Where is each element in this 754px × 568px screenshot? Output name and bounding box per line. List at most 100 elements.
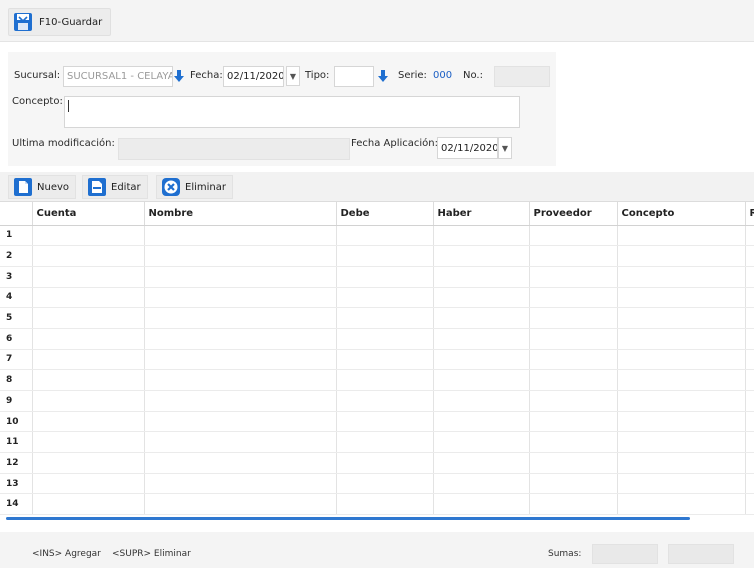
table-row[interactable]: 11 (0, 431, 754, 454)
table-row[interactable]: 7 (0, 349, 754, 371)
cell[interactable] (144, 287, 337, 309)
table-row[interactable]: 14 (0, 493, 754, 516)
horizontal-scrollbar[interactable] (6, 517, 690, 520)
column-header-nombre[interactable]: Nombre (144, 202, 337, 226)
cell[interactable] (433, 266, 530, 288)
cell[interactable] (336, 411, 434, 433)
column-header-proveedor[interactable]: Proveedor (529, 202, 618, 226)
cell[interactable] (433, 493, 530, 516)
cell[interactable] (745, 390, 754, 412)
cell[interactable] (144, 411, 337, 433)
sucursal-arrow-icon[interactable] (171, 67, 187, 85)
cell[interactable] (745, 266, 754, 288)
cell[interactable] (617, 349, 746, 371)
cell[interactable] (336, 328, 434, 350)
table-row[interactable]: 10 (0, 411, 754, 433)
cell[interactable] (32, 493, 145, 516)
cell[interactable] (336, 431, 434, 454)
cell[interactable] (433, 452, 530, 474)
fecha-aplicacion-field[interactable]: 02/11/2020 (437, 137, 498, 159)
cell[interactable] (433, 245, 530, 267)
table-row[interactable]: 12 (0, 452, 754, 474)
cell[interactable] (745, 349, 754, 371)
table-row[interactable]: 9 (0, 390, 754, 412)
cell[interactable] (144, 307, 337, 329)
cell[interactable] (32, 431, 145, 454)
cell[interactable] (529, 473, 618, 495)
cell[interactable] (745, 225, 754, 247)
cell[interactable] (433, 431, 530, 454)
table-row[interactable]: 3 (0, 266, 754, 288)
cell[interactable] (433, 411, 530, 433)
table-row[interactable]: 5 (0, 307, 754, 329)
cell[interactable] (529, 307, 618, 329)
nuevo-button[interactable]: Nuevo (8, 175, 77, 199)
cell[interactable] (745, 473, 754, 495)
cell[interactable] (144, 473, 337, 495)
cell[interactable] (745, 452, 754, 474)
fecha-dropdown-caret-down-icon[interactable]: ▼ (286, 66, 300, 86)
table-row[interactable]: 1 (0, 225, 754, 247)
cell[interactable] (32, 287, 145, 309)
cell[interactable] (433, 369, 530, 391)
cell[interactable] (529, 493, 618, 516)
table-row[interactable]: 6 (0, 328, 754, 350)
table-row[interactable]: 8 (0, 369, 754, 391)
cell[interactable] (144, 245, 337, 267)
cell[interactable] (617, 328, 746, 350)
cell[interactable] (32, 452, 145, 474)
fecha-field[interactable]: 02/11/2020 (223, 66, 284, 87)
cell[interactable] (433, 390, 530, 412)
cell[interactable] (144, 225, 337, 247)
cell[interactable] (529, 431, 618, 454)
table-row[interactable]: 13 (0, 473, 754, 495)
cell[interactable] (433, 473, 530, 495)
cell[interactable] (336, 266, 434, 288)
cell[interactable] (336, 287, 434, 309)
cell[interactable] (617, 245, 746, 267)
cell[interactable] (529, 245, 618, 267)
cell[interactable] (336, 452, 434, 474)
cell[interactable] (529, 411, 618, 433)
cell[interactable] (433, 287, 530, 309)
column-header-concepto[interactable]: Concepto (617, 202, 746, 226)
cell[interactable] (745, 493, 754, 516)
cell[interactable] (745, 245, 754, 267)
cell[interactable] (336, 349, 434, 371)
cell[interactable] (336, 390, 434, 412)
column-header-haber[interactable]: Haber (433, 202, 530, 226)
cell[interactable] (144, 349, 337, 371)
cell[interactable] (144, 452, 337, 474)
column-header-cuenta[interactable]: Cuenta (32, 202, 145, 226)
fecha-aplicacion-dropdown-caret-down-icon[interactable]: ▼ (498, 137, 512, 159)
cell[interactable] (617, 493, 746, 516)
cell[interactable] (745, 369, 754, 391)
cell[interactable] (745, 287, 754, 309)
tipo-arrow-icon[interactable] (375, 67, 391, 85)
cell[interactable] (617, 225, 746, 247)
cell[interactable] (617, 369, 746, 391)
cell[interactable] (32, 349, 145, 371)
cell[interactable] (144, 390, 337, 412)
cell[interactable] (32, 245, 145, 267)
cell[interactable] (617, 411, 746, 433)
cell[interactable] (529, 225, 618, 247)
cell[interactable] (529, 452, 618, 474)
save-button[interactable]: F10-Guardar (8, 8, 112, 36)
cell[interactable] (144, 493, 337, 516)
cell[interactable] (433, 328, 530, 350)
eliminar-button[interactable]: Eliminar (156, 175, 233, 199)
cell[interactable] (32, 266, 145, 288)
cell[interactable] (617, 287, 746, 309)
cell[interactable] (745, 307, 754, 329)
cell[interactable] (336, 225, 434, 247)
cell[interactable] (32, 369, 145, 391)
concepto-field[interactable] (64, 96, 520, 128)
cell[interactable] (336, 473, 434, 495)
cell[interactable] (433, 307, 530, 329)
cell[interactable] (617, 452, 746, 474)
cell[interactable] (529, 369, 618, 391)
cell[interactable] (144, 266, 337, 288)
cell[interactable] (745, 328, 754, 350)
cell[interactable] (336, 307, 434, 329)
